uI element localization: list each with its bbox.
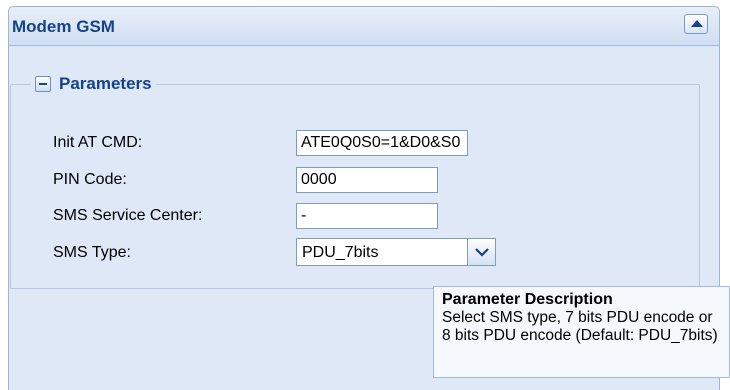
sms-service-center-input[interactable]: - (296, 203, 438, 229)
minus-icon[interactable] (35, 76, 51, 92)
pin-code-label: PIN Code: (53, 171, 127, 188)
collapse-button[interactable] (684, 14, 708, 34)
sms-type-label: SMS Type: (53, 244, 131, 261)
tooltip-title: Parameter Description (442, 291, 613, 308)
tooltip-body: Select SMS type, 7 bits PDU encode or 8 … (442, 309, 718, 344)
sms-service-center-label: SMS Service Center: (53, 207, 203, 224)
chevron-down-icon (475, 248, 489, 257)
panel-title: Modem GSM (12, 17, 115, 36)
panel-header: Modem GSM (9, 7, 719, 46)
parameter-description-tooltip: Parameter Description Select SMS type, 7… (433, 286, 730, 378)
init-at-cmd-label: Init AT CMD: (53, 134, 143, 151)
triangle-up-icon (691, 20, 703, 27)
parameters-legend-label: Parameters (59, 74, 152, 93)
sms-type-select[interactable]: PDU_7bits (296, 238, 496, 266)
sms-type-value: PDU_7bits (302, 244, 379, 261)
parameters-legend: Parameters (31, 74, 156, 94)
sms-type-dropdown-button[interactable] (467, 239, 495, 265)
init-at-cmd-input[interactable]: ATE0Q0S0=1&D0&S0 (296, 130, 468, 156)
pin-code-input[interactable]: 0000 (296, 167, 438, 193)
